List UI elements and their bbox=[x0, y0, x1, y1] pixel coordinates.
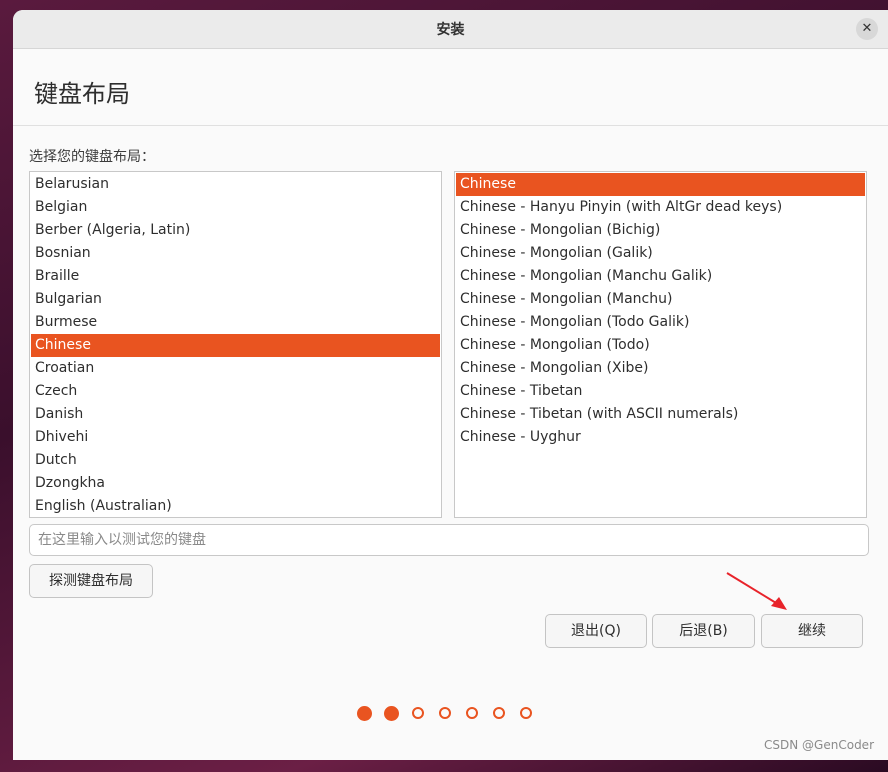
layout-list-item[interactable]: Chinese bbox=[31, 334, 440, 357]
close-button[interactable]: ✕ bbox=[856, 18, 878, 40]
layout-list-item[interactable]: Dhivehi bbox=[31, 426, 440, 449]
keyboard-layout-list[interactable]: Belarusian Belgian Berber (Algeria, Latin)… bbox=[29, 171, 442, 518]
detect-layout-button[interactable]: 探测键盘布局 bbox=[29, 564, 153, 598]
progress-dot-pending bbox=[439, 707, 451, 719]
quit-button[interactable]: 退出(Q) bbox=[545, 614, 647, 648]
page-header bbox=[13, 49, 888, 126]
watermark: CSDN @GenCoder bbox=[764, 738, 874, 752]
variant-list-item[interactable]: Chinese - Mongolian (Bichig) bbox=[456, 219, 865, 242]
layout-list-item[interactable]: English (Australian) bbox=[31, 495, 440, 517]
keyboard-variant-list[interactable]: Chinese Chinese - Hanyu Pinyin (with AltG… bbox=[454, 171, 867, 518]
variant-list-item[interactable]: Chinese - Tibetan (with ASCII numerals) bbox=[456, 403, 865, 426]
continue-button[interactable]: 继续 bbox=[761, 614, 863, 648]
layout-list-item[interactable]: Dzongkha bbox=[31, 472, 440, 495]
progress-dot-pending bbox=[466, 707, 478, 719]
layout-prompt-label: 选择您的键盘布局： bbox=[29, 149, 155, 165]
annotation-arrow-icon bbox=[726, 572, 787, 610]
layout-list-item[interactable]: Croatian bbox=[31, 357, 440, 380]
layout-list-item[interactable]: Bulgarian bbox=[31, 288, 440, 311]
back-button[interactable]: 后退(B) bbox=[652, 614, 755, 648]
progress-dot-pending bbox=[412, 707, 424, 719]
progress-dot-pending bbox=[520, 707, 532, 719]
variant-list-item[interactable]: Chinese - Hanyu Pinyin (with AltGr dead … bbox=[456, 196, 865, 219]
close-icon: ✕ bbox=[861, 21, 873, 36]
title-bar: 安装 ✕ bbox=[13, 10, 888, 49]
progress-dot-complete bbox=[384, 706, 399, 721]
variant-list-item[interactable]: Chinese - Tibetan bbox=[456, 380, 865, 403]
layout-list-item[interactable]: Burmese bbox=[31, 311, 440, 334]
layout-list-item[interactable]: Czech bbox=[31, 380, 440, 403]
layout-list-item[interactable]: Dutch bbox=[31, 449, 440, 472]
layout-list-item[interactable]: Bosnian bbox=[31, 242, 440, 265]
variant-list-item[interactable]: Chinese - Mongolian (Todo) bbox=[456, 334, 865, 357]
variant-list-item[interactable]: Chinese - Mongolian (Todo Galik) bbox=[456, 311, 865, 334]
layout-list-item[interactable]: Berber (Algeria, Latin) bbox=[31, 219, 440, 242]
installer-window: 安装 ✕ 键盘布局 选择您的键盘布局： Belarusian Belgian Ber… bbox=[13, 10, 888, 760]
variant-list-item[interactable]: Chinese bbox=[456, 173, 865, 196]
layout-list-item[interactable]: Belarusian bbox=[31, 173, 440, 196]
progress-dot-complete bbox=[357, 706, 372, 721]
layout-list-item[interactable]: Braille bbox=[31, 265, 440, 288]
layout-list-item[interactable]: Danish bbox=[31, 403, 440, 426]
progress-dot-pending bbox=[493, 707, 505, 719]
variant-list-item[interactable]: Chinese - Mongolian (Xibe) bbox=[456, 357, 865, 380]
variant-list-item[interactable]: Chinese - Uyghur bbox=[456, 426, 865, 449]
page-title: 键盘布局 bbox=[34, 80, 130, 108]
window-title: 安装 bbox=[436, 22, 465, 38]
keyboard-test-input[interactable] bbox=[29, 524, 869, 556]
layout-list-item[interactable]: Belgian bbox=[31, 196, 440, 219]
variant-list-item[interactable]: Chinese - Mongolian (Manchu) bbox=[456, 288, 865, 311]
variant-list-item[interactable]: Chinese - Mongolian (Manchu Galik) bbox=[456, 265, 865, 288]
variant-list-item[interactable]: Chinese - Mongolian (Galik) bbox=[456, 242, 865, 265]
